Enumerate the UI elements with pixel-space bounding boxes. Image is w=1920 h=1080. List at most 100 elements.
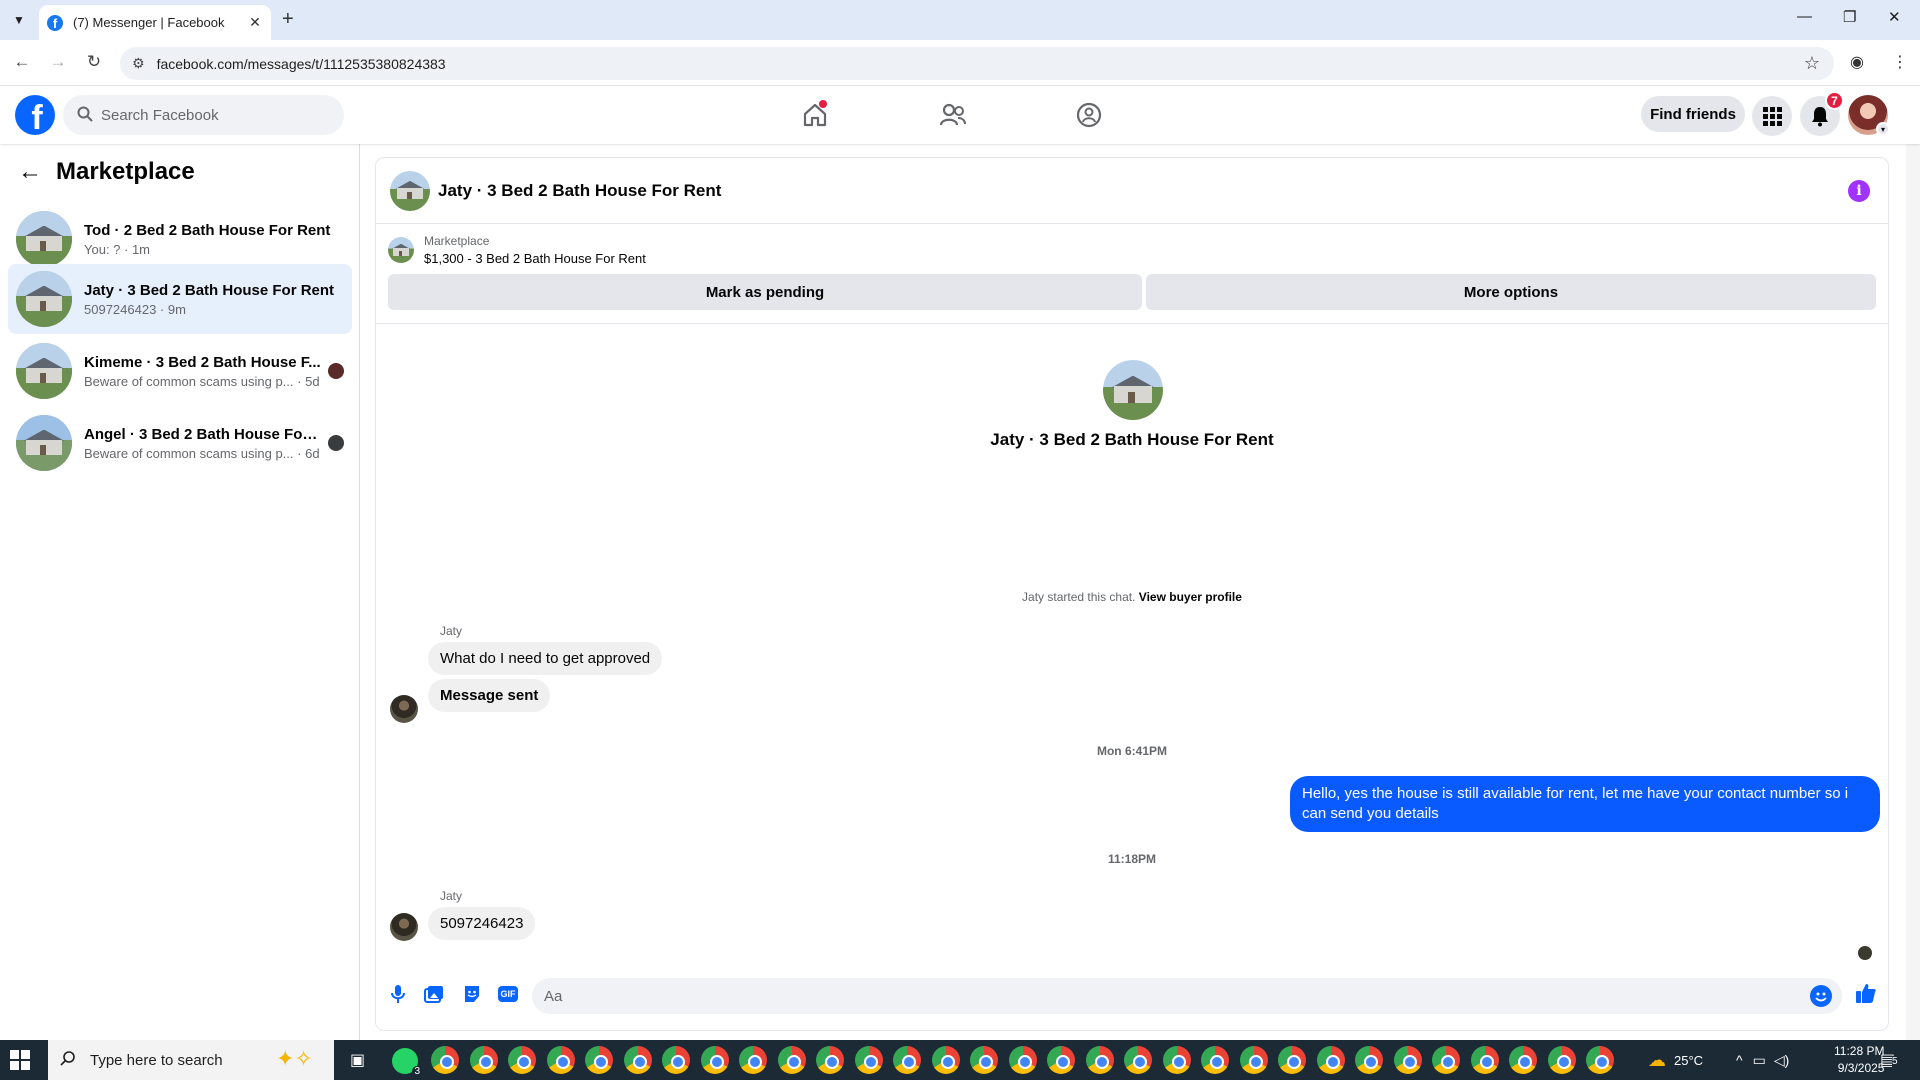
facebook-logo-icon[interactable]: f <box>15 95 55 135</box>
back-arrow-icon[interactable]: ← <box>11 52 33 72</box>
minimize-icon[interactable]: — <box>1797 8 1812 25</box>
new-tab-button[interactable]: + <box>282 9 294 29</box>
gif-icon[interactable]: GIF <box>498 986 518 1002</box>
notifications-bell-icon[interactable]: 7 <box>1800 91 1844 136</box>
facebook-header: f Find friends 7 ▾ <box>0 86 1920 144</box>
mark-as-pending-button[interactable]: Mark as pending <box>388 274 1142 310</box>
menu-grid-icon[interactable] <box>1752 96 1792 136</box>
close-window-icon[interactable]: ✕ <box>1888 8 1901 26</box>
find-friends-button[interactable]: Find friends <box>1641 96 1745 132</box>
conversation-info-icon[interactable]: i <box>1848 180 1870 202</box>
chrome-taskbar-icon[interactable] <box>1008 1046 1037 1074</box>
task-view-icon[interactable]: ▣ <box>350 1050 365 1070</box>
chrome-taskbar-icon[interactable] <box>1201 1046 1229 1074</box>
chrome-taskbar-icon[interactable] <box>1316 1046 1345 1074</box>
chrome-taskbar-icon[interactable] <box>662 1046 690 1074</box>
chrome-taskbar-icon[interactable] <box>854 1046 883 1074</box>
tab-close-icon[interactable]: ✕ <box>247 14 263 31</box>
taskbar-clock[interactable]: 11:28 PM 9/3/2025 <box>1834 1043 1884 1077</box>
chrome-taskbar-icon[interactable] <box>585 1046 613 1074</box>
message-input-box[interactable] <box>532 978 1842 1014</box>
conversation-item-jaty[interactable]: Jaty · 3 Bed 2 Bath House For Rent 50972… <box>8 264 352 334</box>
reload-icon[interactable]: ↻ <box>83 52 105 72</box>
volume-icon[interactable]: ◁) <box>1774 1052 1789 1069</box>
chrome-taskbar-icon[interactable] <box>431 1046 459 1074</box>
chrome-taskbar-icon[interactable] <box>546 1046 575 1074</box>
conversation-item-kimeme[interactable]: Kimeme · 3 Bed 2 Bath House F... Beware … <box>8 336 352 406</box>
chrome-taskbar-icon[interactable] <box>700 1046 729 1074</box>
incoming-message[interactable]: What do I need to get approved <box>428 642 663 675</box>
view-buyer-profile-link[interactable]: View buyer profile <box>1139 590 1242 604</box>
chrome-taskbar-icon[interactable] <box>1239 1046 1268 1074</box>
address-bar[interactable]: ⚙ facebook.com/messages/t/11125353808243… <box>120 47 1834 80</box>
photo-attach-icon[interactable] <box>424 984 444 1004</box>
friends-nav-icon[interactable] <box>933 96 973 134</box>
network-icon[interactable]: ▭ <box>1753 1052 1766 1069</box>
forward-arrow-icon[interactable]: → <box>47 52 69 72</box>
browser-tab-messenger[interactable]: f (7) Messenger | Facebook ✕ <box>39 5 271 40</box>
page-scrollbar[interactable] <box>1906 86 1920 1040</box>
windows-start-icon[interactable] <box>10 1050 30 1070</box>
chrome-taskbar-icon[interactable] <box>1547 1046 1576 1074</box>
incoming-message[interactable]: 5097246423 <box>428 907 536 940</box>
chat-header-avatar[interactable] <box>390 170 430 211</box>
message-timestamp: 11:18PM <box>1107 852 1157 866</box>
facebook-search[interactable] <box>63 95 344 135</box>
chrome-taskbar-icon[interactable] <box>1470 1046 1499 1074</box>
home-nav-icon[interactable] <box>795 96 835 134</box>
back-arrow-icon[interactable]: ← <box>18 158 42 186</box>
chrome-taskbar-icon[interactable] <box>1509 1046 1537 1074</box>
outgoing-message[interactable]: Hello, yes the house is still available … <box>1290 776 1880 832</box>
whatsapp-icon[interactable]: 3 <box>392 1048 422 1077</box>
emoji-icon[interactable] <box>1810 985 1832 1007</box>
bookmark-star-icon[interactable]: ☆ <box>1804 53 1820 74</box>
sender-avatar[interactable] <box>390 913 418 941</box>
chrome-taskbar-icon[interactable] <box>970 1046 998 1074</box>
taskbar-pinned-apps <box>431 1046 1625 1076</box>
chrome-taskbar-icon[interactable] <box>1162 1046 1191 1074</box>
chrome-taskbar-icon[interactable] <box>1047 1046 1075 1074</box>
chrome-taskbar-icon[interactable] <box>816 1046 844 1074</box>
system-tray-icons[interactable]: ^ ▭ ◁) <box>1736 1040 1789 1080</box>
chrome-taskbar-icon[interactable] <box>1432 1046 1460 1074</box>
chrome-taskbar-icon[interactable] <box>1393 1046 1422 1074</box>
chrome-taskbar-icon[interactable] <box>931 1046 960 1074</box>
facebook-search-input[interactable] <box>101 106 301 124</box>
chrome-taskbar-icon[interactable] <box>623 1046 652 1074</box>
chrome-taskbar-icon[interactable] <box>508 1046 536 1074</box>
marketplace-title: Marketplace <box>56 158 195 185</box>
listing-title[interactable]: $1,300 - 3 Bed 2 Bath House For Rent <box>424 251 646 266</box>
message-input[interactable] <box>544 987 1544 1005</box>
conversation-item-angel[interactable]: Angel · 3 Bed 2 Bath House For ... Bewar… <box>8 408 352 478</box>
restore-icon[interactable]: ❐ <box>1843 8 1856 26</box>
home-notification-dot <box>819 100 827 108</box>
profile-icon[interactable]: ◉ <box>1850 52 1864 72</box>
incoming-message[interactable]: Message sent <box>428 679 551 712</box>
chrome-taskbar-icon[interactable] <box>1355 1046 1383 1074</box>
chrome-taskbar-icon[interactable] <box>777 1046 806 1074</box>
browser-menu-icon[interactable]: ⋮ <box>1892 52 1908 72</box>
chrome-taskbar-icon[interactable] <box>1586 1046 1614 1074</box>
chrome-taskbar-icon[interactable] <box>1124 1046 1152 1074</box>
microphone-icon[interactable] <box>388 984 408 1004</box>
groups-nav-icon[interactable] <box>1069 96 1109 134</box>
sticker-icon[interactable] <box>462 984 482 1004</box>
chrome-taskbar-icon[interactable] <box>1085 1046 1114 1074</box>
chrome-taskbar-icon[interactable] <box>893 1046 921 1074</box>
site-info-icon[interactable]: ⚙ <box>132 55 145 72</box>
chrome-taskbar-icon[interactable] <box>469 1046 498 1074</box>
sender-avatar[interactable] <box>390 695 418 723</box>
tab-search-chevron-icon[interactable]: ▼ <box>8 9 30 31</box>
taskbar-search-text: Type here to search <box>90 1051 223 1069</box>
account-chevron-icon[interactable]: ▾ <box>1876 122 1890 136</box>
tab-title: (7) Messenger | Facebook <box>73 15 225 30</box>
chrome-taskbar-icon[interactable] <box>1278 1046 1306 1074</box>
taskbar-search-box[interactable]: Type here to search ✦✧ <box>48 1040 334 1080</box>
chrome-taskbar-icon[interactable] <box>739 1046 767 1074</box>
action-center-icon[interactable]: ▤ 5 <box>1880 1050 1898 1070</box>
tray-overflow-icon[interactable]: ^ <box>1736 1052 1743 1068</box>
more-options-button[interactable]: More options <box>1146 274 1876 310</box>
like-thumbs-up-icon[interactable] <box>1854 981 1878 1005</box>
chat-header-title[interactable]: Jaty · 3 Bed 2 Bath House For Rent <box>438 181 721 201</box>
weather-widget[interactable]: ☁ 25°C <box>1648 1040 1703 1080</box>
